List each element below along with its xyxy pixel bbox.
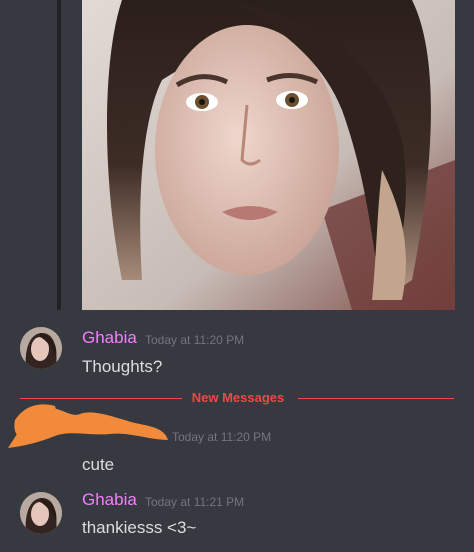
message-text: cute [82,455,115,474]
avatar-image [20,492,62,534]
attached-photo[interactable] [82,0,455,310]
avatar[interactable] [20,492,62,534]
message-group: Ghabia Today at 11:20 PM Thoughts? [0,322,474,382]
divider-line-left [20,398,182,399]
username[interactable]: Ghabia [82,490,137,510]
message-text: thankiesss <3~ [82,518,197,537]
timestamp: Today at 11:21 PM [145,495,245,509]
timestamp: Today at 11:20 PM [172,430,272,444]
embed-accent-bar [57,0,61,310]
divider-line-right [298,398,454,399]
redaction-scribble [8,404,168,448]
avatar-image [20,327,62,369]
message-text: Thoughts? [82,357,163,376]
message-group: Ghabia Today at 11:21 PM thankiesss <3~ [0,488,474,552]
avatar[interactable] [20,327,62,369]
new-messages-label: New Messages [186,390,290,405]
timestamp: Today at 11:20 PM [145,333,245,347]
username[interactable]: Ghabia [82,328,137,348]
chat-window: Ghabia Today at 11:20 PM Thoughts? New M… [0,0,474,552]
photo-illustration [82,0,455,310]
